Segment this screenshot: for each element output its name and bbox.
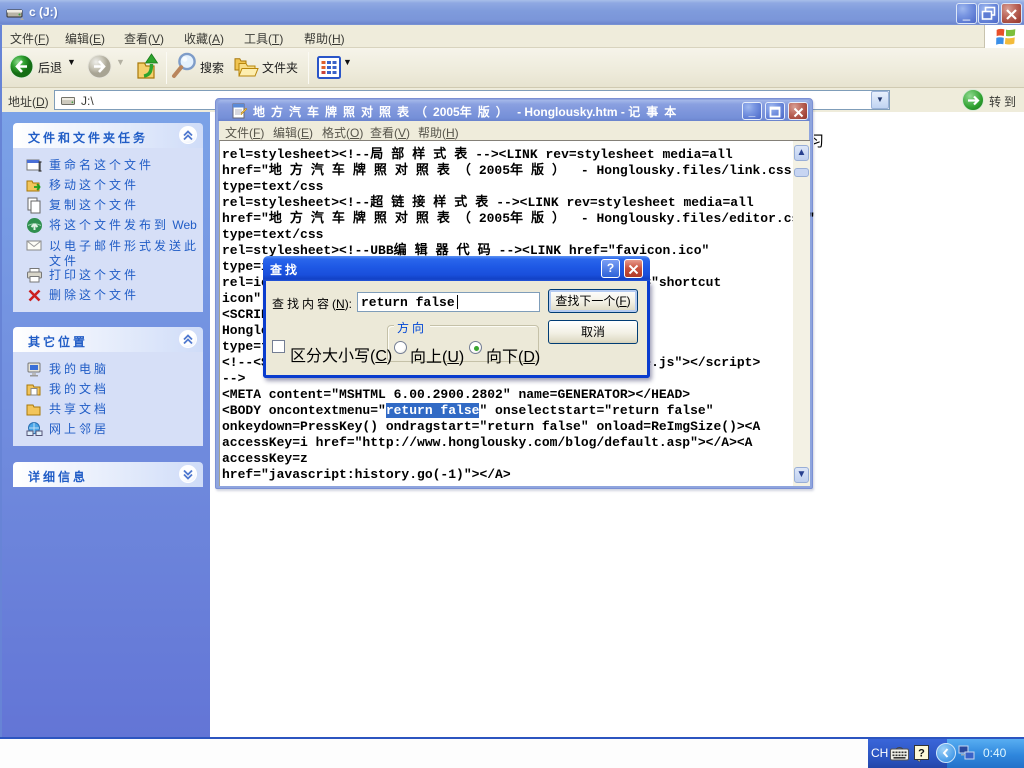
svg-text:?: ? [918, 748, 925, 760]
